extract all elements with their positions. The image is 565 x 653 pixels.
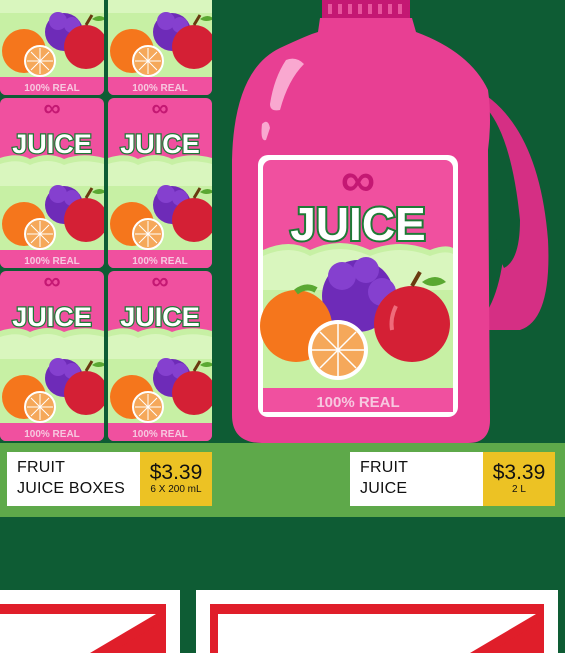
svg-text:JUICE: JUICE — [290, 198, 425, 250]
crate-right — [196, 590, 558, 653]
price-tag-juice-boxes: FRUIT JUICE BOXES $3.39 6 X 200 mL — [7, 452, 212, 506]
price-amount: $3.39 — [149, 461, 203, 484]
price-block: $3.39 6 X 200 mL — [140, 452, 212, 506]
product-name: FRUIT JUICE BOXES — [17, 459, 126, 497]
juice-jug: ∞ JUICE 100% REAL — [232, 0, 549, 443]
crate-left — [0, 590, 180, 653]
price-unit: 2 L — [512, 484, 526, 495]
price-block: $3.39 2 L — [483, 452, 555, 506]
price-tag-juice-jug: FRUIT JUICE $3.39 2 L — [350, 452, 555, 506]
price-unit: 6 X 200 mL — [150, 484, 202, 495]
svg-text:100% REAL: 100% REAL — [316, 394, 399, 411]
crate-row — [0, 590, 558, 653]
price-amount: $3.39 — [492, 461, 546, 484]
product-name: FRUIT JUICE — [360, 459, 409, 497]
